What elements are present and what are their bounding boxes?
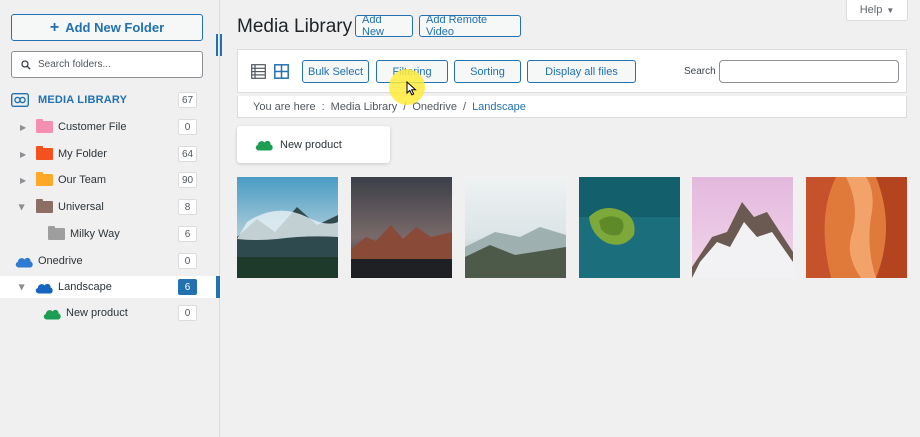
cloud-icon [255, 140, 273, 151]
cloud-icon [15, 257, 33, 267]
subfolder-tile-new-product[interactable]: New product [237, 126, 390, 163]
breadcrumb: You are here : Media Library / Onedrive … [237, 96, 907, 118]
folder-milky-way[interactable]: Milky Way 6 [0, 223, 220, 245]
media-thumbnail[interactable] [351, 177, 452, 278]
folder-icon [48, 226, 65, 240]
page-title: Media Library [237, 16, 353, 37]
cloud-folder-landscape[interactable]: ▶ Landscape 6 [0, 276, 220, 298]
search-icon [21, 59, 31, 70]
folder-icon [36, 172, 53, 186]
caret-down-icon: ▼ [886, 5, 895, 15]
media-thumbnail[interactable] [237, 177, 338, 278]
breadcrumb-item-landscape[interactable]: Landscape [472, 101, 526, 113]
sorting-button[interactable]: Sorting [454, 60, 521, 83]
cloud-folder-count: 0 [178, 305, 197, 321]
breadcrumb-prefix: You are here [253, 100, 316, 113]
cloud-onedrive[interactable]: Onedrive 0 [0, 250, 220, 272]
collapse-arrow-icon[interactable]: ▶ [18, 284, 27, 290]
cloud-count: 0 [178, 253, 197, 269]
subfolder-label: New product [280, 138, 342, 151]
cloud-label: Onedrive [38, 255, 83, 267]
folder-count: 0 [178, 119, 197, 135]
media-thumbnail[interactable] [806, 177, 907, 278]
folder-sidebar: + Add New Folder MEDIA LIBRARY 67 ▶ Cust… [0, 0, 220, 437]
folder-icon [36, 146, 53, 160]
display-all-files-button[interactable]: Display all files [527, 60, 636, 83]
folder-customer-file[interactable]: ▶ Customer File 0 [0, 116, 220, 138]
breadcrumb-divider: / [463, 100, 467, 113]
folder-count: 90 [178, 172, 197, 188]
cloud-folder-new-product[interactable]: New product 0 [0, 302, 220, 324]
tree-root-media-library[interactable]: MEDIA LIBRARY 67 [0, 89, 220, 111]
folder-label: Customer File [58, 121, 127, 133]
cloud-folder-label: Landscape [58, 281, 112, 293]
folder-count: 64 [178, 146, 197, 162]
media-toolbar: Bulk Select Filtering Sorting Display al… [237, 49, 907, 93]
breadcrumb-colon: : [321, 100, 325, 113]
tree-root-label: MEDIA LIBRARY [38, 94, 128, 106]
folder-label: Universal [58, 201, 104, 213]
grid-view-icon[interactable] [274, 64, 289, 79]
folder-count: 6 [178, 226, 197, 242]
folder-label: Milky Way [70, 228, 120, 240]
folder-universal[interactable]: ▶ Universal 8 [0, 196, 220, 218]
add-remote-video-button[interactable]: Add Remote Video [419, 14, 521, 38]
media-thumbnail[interactable] [579, 177, 680, 278]
collapse-arrow-icon[interactable]: ▶ [18, 204, 27, 210]
folder-icon [36, 199, 53, 213]
list-view-icon[interactable] [251, 64, 266, 79]
help-label: Help [859, 4, 883, 16]
mouse-cursor-icon [406, 81, 417, 96]
add-new-folder-label: Add New Folder [65, 20, 165, 35]
bulk-select-button[interactable]: Bulk Select [302, 60, 369, 83]
folder-search-input[interactable] [38, 59, 188, 70]
sidebar-resize-handle[interactable] [216, 34, 222, 56]
folder-label: My Folder [58, 148, 107, 160]
folder-search-box[interactable] [11, 51, 203, 78]
media-thumbnail[interactable] [692, 177, 793, 278]
folder-my-folder[interactable]: ▶ My Folder 64 [0, 143, 220, 165]
cloud-icon [43, 309, 61, 319]
expand-arrow-icon[interactable]: ▶ [20, 176, 26, 185]
expand-arrow-icon[interactable]: ▶ [20, 123, 26, 132]
folder-our-team[interactable]: ▶ Our Team 90 [0, 169, 220, 191]
cloud-folder-count: 6 [178, 279, 197, 295]
media-thumbnail[interactable] [465, 177, 566, 278]
tree-root-count: 67 [178, 92, 197, 108]
media-library-logo-icon [11, 93, 29, 107]
folder-count: 8 [178, 199, 197, 215]
folder-label: Our Team [58, 174, 107, 186]
cloud-icon [35, 283, 53, 293]
add-new-folder-button[interactable]: + Add New Folder [11, 14, 203, 41]
search-label: Search [684, 66, 716, 77]
breadcrumb-item-onedrive[interactable]: Onedrive [412, 101, 457, 113]
add-new-button[interactable]: Add New [355, 14, 413, 38]
cloud-folder-label: New product [66, 307, 128, 319]
folder-icon [36, 119, 53, 133]
media-search-input[interactable] [719, 60, 899, 83]
expand-arrow-icon[interactable]: ▶ [20, 150, 26, 159]
plus-icon: + [49, 18, 60, 36]
breadcrumb-item-media-library[interactable]: Media Library [331, 101, 398, 113]
help-button[interactable]: Help ▼ [846, 0, 908, 21]
